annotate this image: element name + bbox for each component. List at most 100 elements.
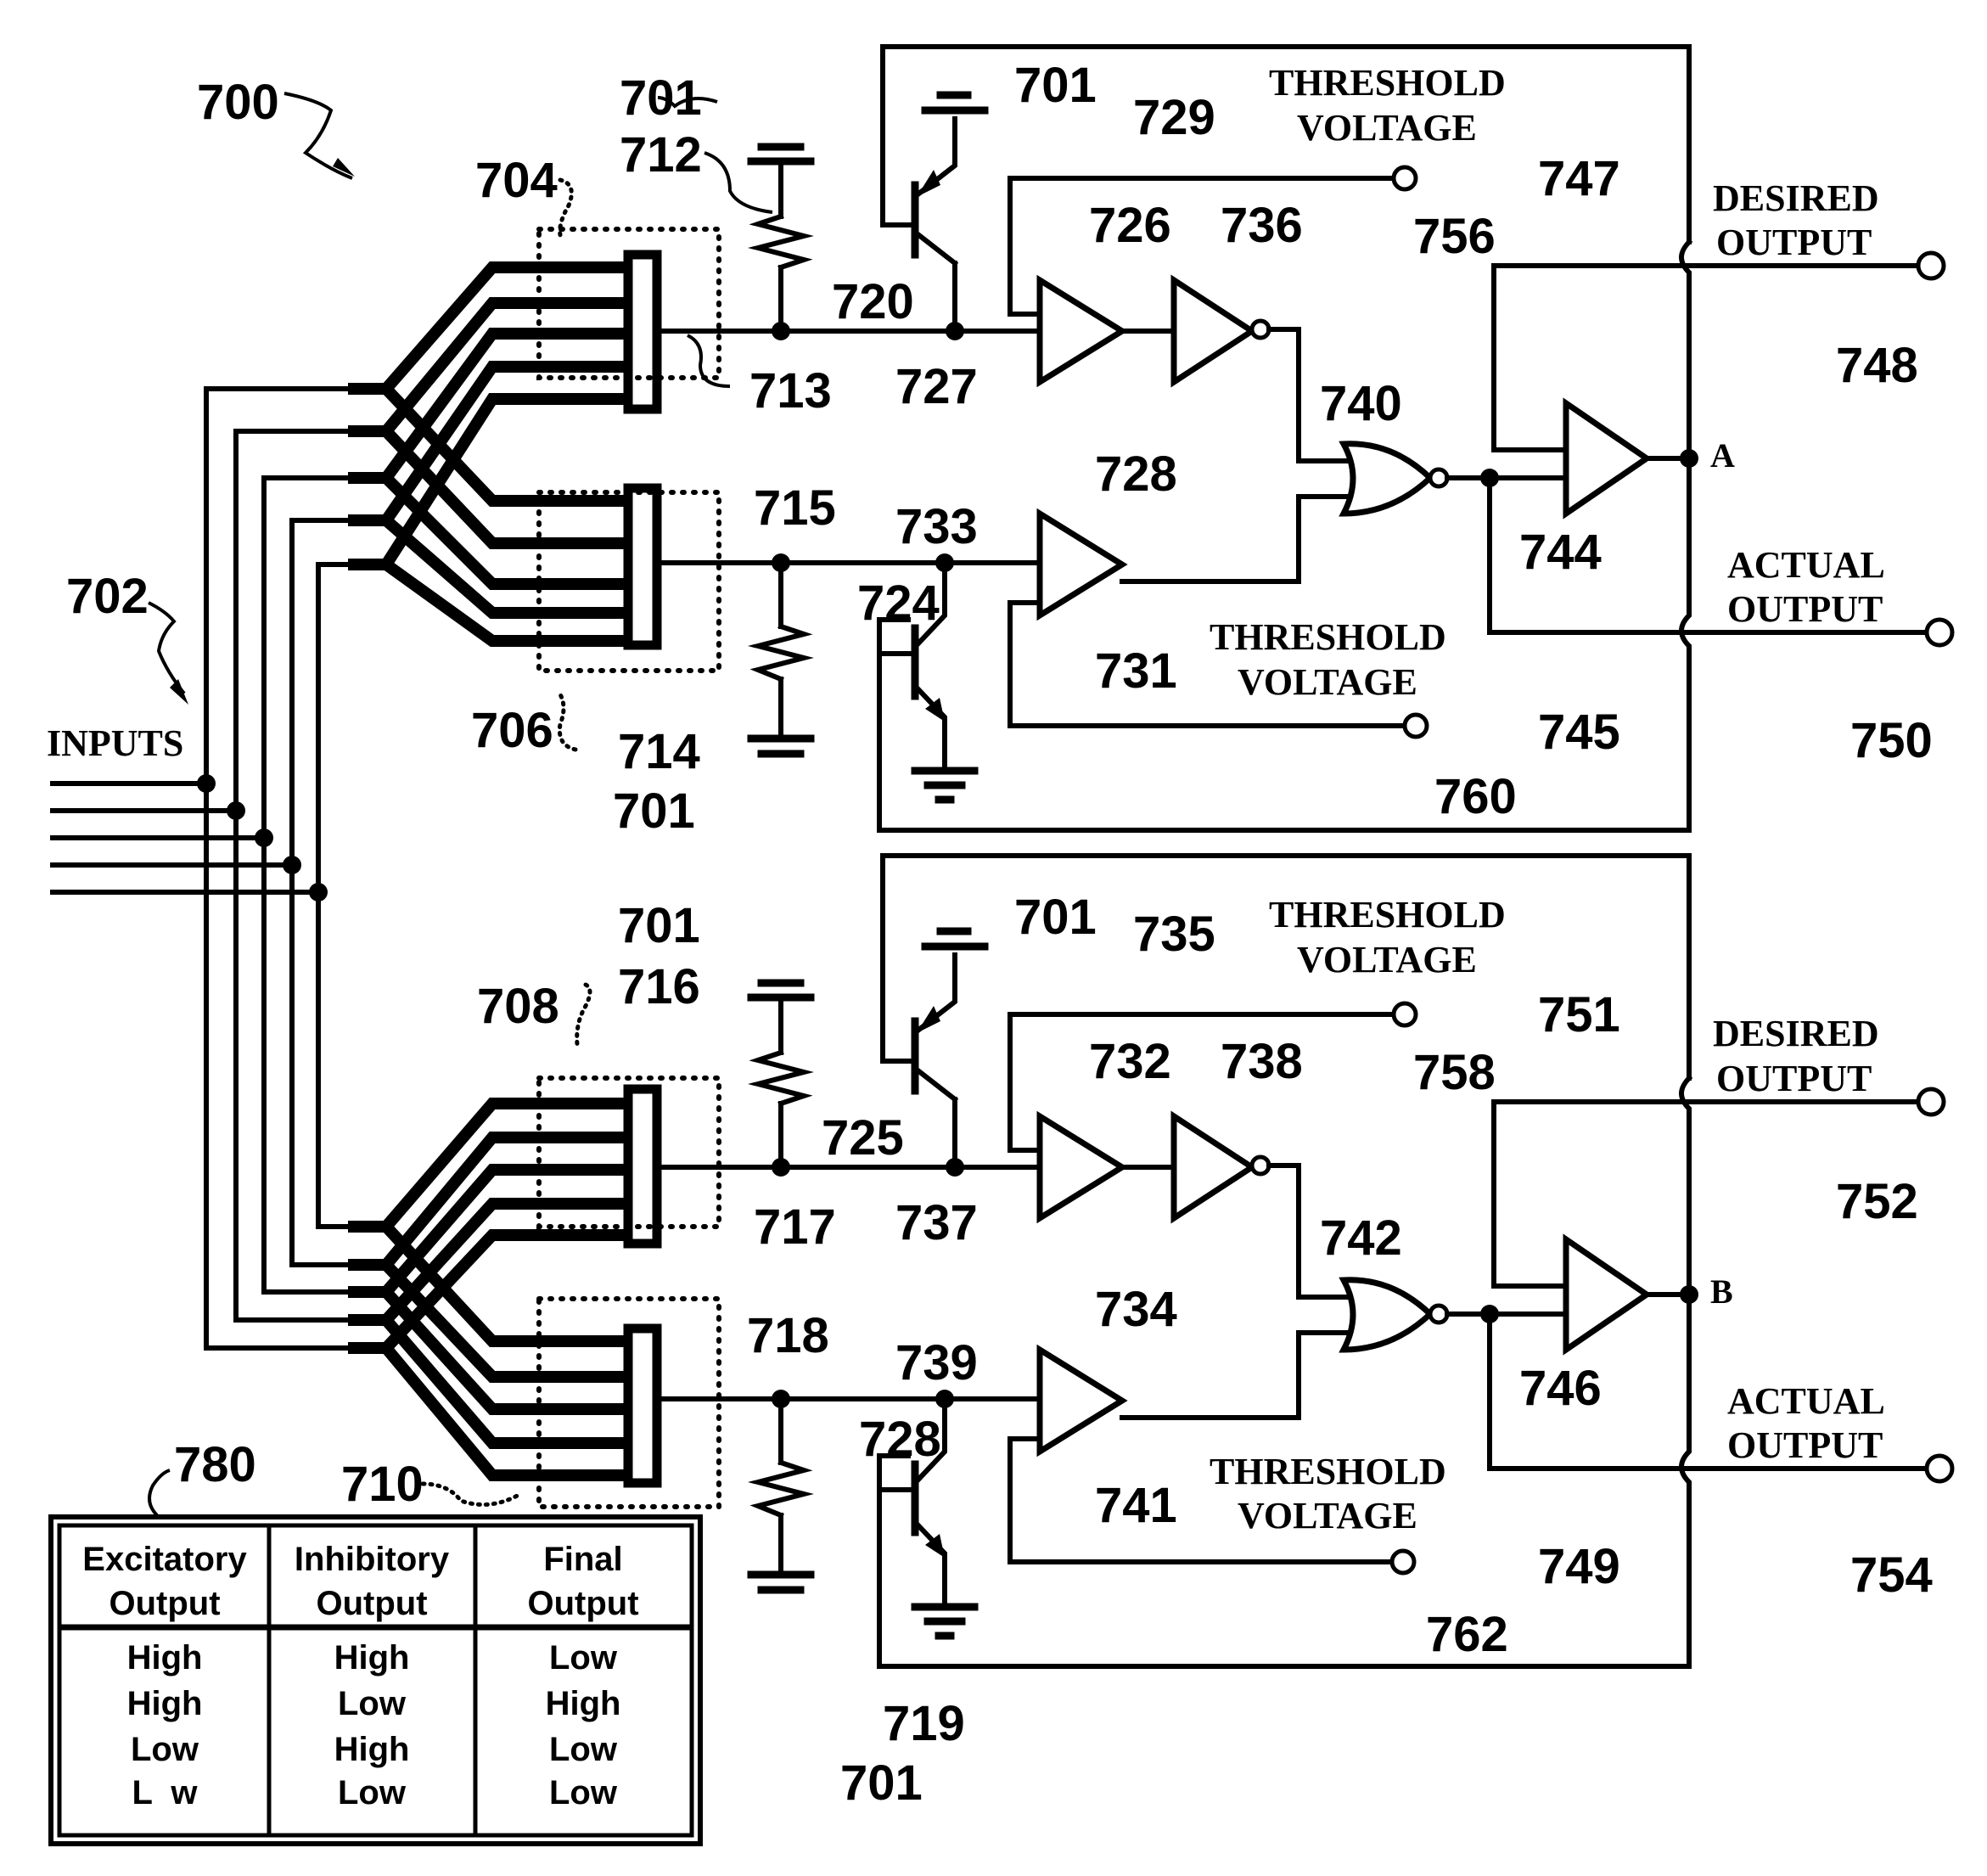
threshold-label: THRESHOLD <box>1210 616 1446 658</box>
ref-708: 708 <box>477 979 559 1034</box>
threshold-terminal-758[interactable] <box>1391 1001 1418 1028</box>
threshold-terminal-762[interactable] <box>1389 1548 1417 1576</box>
ref-737: 737 <box>895 1195 978 1250</box>
node-a-label: A <box>1710 436 1735 475</box>
fanout-lower <box>348 1098 628 1481</box>
ref-758: 758 <box>1413 1045 1496 1100</box>
arrow-icon <box>170 679 188 705</box>
transistor-emitter <box>912 683 947 771</box>
table-header: Inhibitory <box>295 1541 450 1578</box>
ref-710: 710 <box>341 1457 424 1512</box>
fanout-upper <box>348 261 628 647</box>
threshold-line-b-top <box>1008 1012 1397 1153</box>
node-b-dot <box>1680 1285 1698 1304</box>
transistor-arrow-icon <box>917 170 940 197</box>
actual-output-terminal-754[interactable] <box>1924 1453 1955 1484</box>
junction-dot <box>227 801 245 820</box>
neural-circuit-diagram: 700 702 INPUTS 704 706 708 710 713 715 7… <box>47 44 1955 1846</box>
table-header: Excitatory <box>82 1541 247 1578</box>
desired-output-terminal-752[interactable] <box>1916 1087 1946 1117</box>
threshold-label: VOLTAGE <box>1297 107 1477 149</box>
ref-750: 750 <box>1850 713 1933 768</box>
ref-717: 717 <box>754 1199 836 1255</box>
leader-708 <box>575 982 592 1047</box>
leader-706 <box>557 692 578 752</box>
ref-731: 731 <box>1095 643 1177 699</box>
threshold-terminal-756[interactable] <box>1391 165 1418 192</box>
bus-riser-1 <box>204 386 351 1351</box>
table-cell: Low <box>549 1774 618 1811</box>
ref-700: 700 <box>197 75 279 130</box>
table-cell: Low <box>549 1731 618 1768</box>
synapse-bar-706 <box>623 483 662 650</box>
desired-output-label: DESIRED <box>1713 1013 1879 1054</box>
desired-output-terminal-748[interactable] <box>1916 250 1946 281</box>
ref-728-comparator: 728 <box>1095 447 1177 502</box>
actual-output-label: OUTPUT <box>1727 1424 1883 1466</box>
resistor-712 <box>748 213 814 271</box>
table-cell: Low <box>338 1774 407 1811</box>
ref-735: 735 <box>1133 907 1215 962</box>
ref-725: 725 <box>822 1110 904 1165</box>
inverter-736 <box>1170 274 1258 388</box>
junction-dot <box>255 828 273 847</box>
wire <box>1120 1330 1352 1420</box>
ref-706: 706 <box>471 703 553 758</box>
threshold-label: THRESHOLD <box>1269 62 1506 104</box>
ref-747: 747 <box>1538 151 1620 206</box>
neuron-a-block <box>660 44 1955 833</box>
comparator-726 <box>1036 274 1128 388</box>
ref-712: 712 <box>620 127 702 183</box>
ref-718: 718 <box>747 1308 829 1363</box>
ref-702: 702 <box>66 569 149 624</box>
actual-output-terminal-750[interactable] <box>1924 617 1955 648</box>
nor-gate-740 <box>1339 441 1435 517</box>
table-cell: High <box>127 1685 203 1722</box>
leader-710 <box>420 1481 523 1507</box>
ref-704: 704 <box>475 153 558 208</box>
ref-701: 701 <box>1014 890 1097 945</box>
actual-output-label: ACTUAL <box>1727 1380 1885 1422</box>
table-cell: Low <box>338 1685 407 1722</box>
node-b-label: B <box>1710 1272 1733 1311</box>
ref-739: 739 <box>895 1335 978 1390</box>
ref-724: 724 <box>857 576 940 631</box>
junction-dot <box>309 883 328 901</box>
ref-732: 732 <box>1089 1034 1171 1089</box>
nor-gate-742 <box>1339 1277 1435 1353</box>
synapse-group-boxes <box>536 227 721 1509</box>
threshold-label: VOLTAGE <box>1297 939 1477 980</box>
table-header: Output <box>109 1585 220 1622</box>
ref-714: 714 <box>618 724 700 779</box>
ref-701: 701 <box>613 784 695 839</box>
ref-752: 752 <box>1836 1174 1918 1229</box>
ref-726: 726 <box>1089 198 1171 253</box>
resistor-716 <box>748 1049 814 1107</box>
resistor-714 <box>748 623 814 682</box>
synapse-bar-710 <box>623 1323 662 1488</box>
comparator-734 <box>1036 1344 1128 1458</box>
ref-748: 748 <box>1836 338 1918 393</box>
leader-704 <box>558 177 574 238</box>
ref-729: 729 <box>1133 90 1215 145</box>
table-header: Output <box>316 1585 427 1622</box>
ref-736: 736 <box>1221 198 1303 253</box>
ref-744: 744 <box>1519 525 1602 580</box>
leader-780 <box>148 1469 171 1517</box>
actual-output-label: ACTUAL <box>1727 544 1885 586</box>
ref-762: 762 <box>1426 1607 1508 1662</box>
buffer-744 <box>1563 397 1653 520</box>
transistor-collector <box>912 1065 959 1104</box>
ref-756: 756 <box>1413 209 1496 264</box>
node-a-dot <box>1680 449 1698 468</box>
transistor-arrow-icon <box>917 1006 940 1033</box>
inputs-label: INPUTS <box>47 722 183 764</box>
table-cell: High <box>546 1685 621 1722</box>
table-cell: High <box>127 1639 203 1677</box>
ref-727: 727 <box>895 359 978 414</box>
ref-716: 716 <box>618 959 700 1014</box>
threshold-terminal-760[interactable] <box>1402 712 1429 739</box>
ref-746: 746 <box>1519 1361 1602 1416</box>
junction-dot <box>197 774 216 793</box>
ref-733: 733 <box>895 499 978 554</box>
